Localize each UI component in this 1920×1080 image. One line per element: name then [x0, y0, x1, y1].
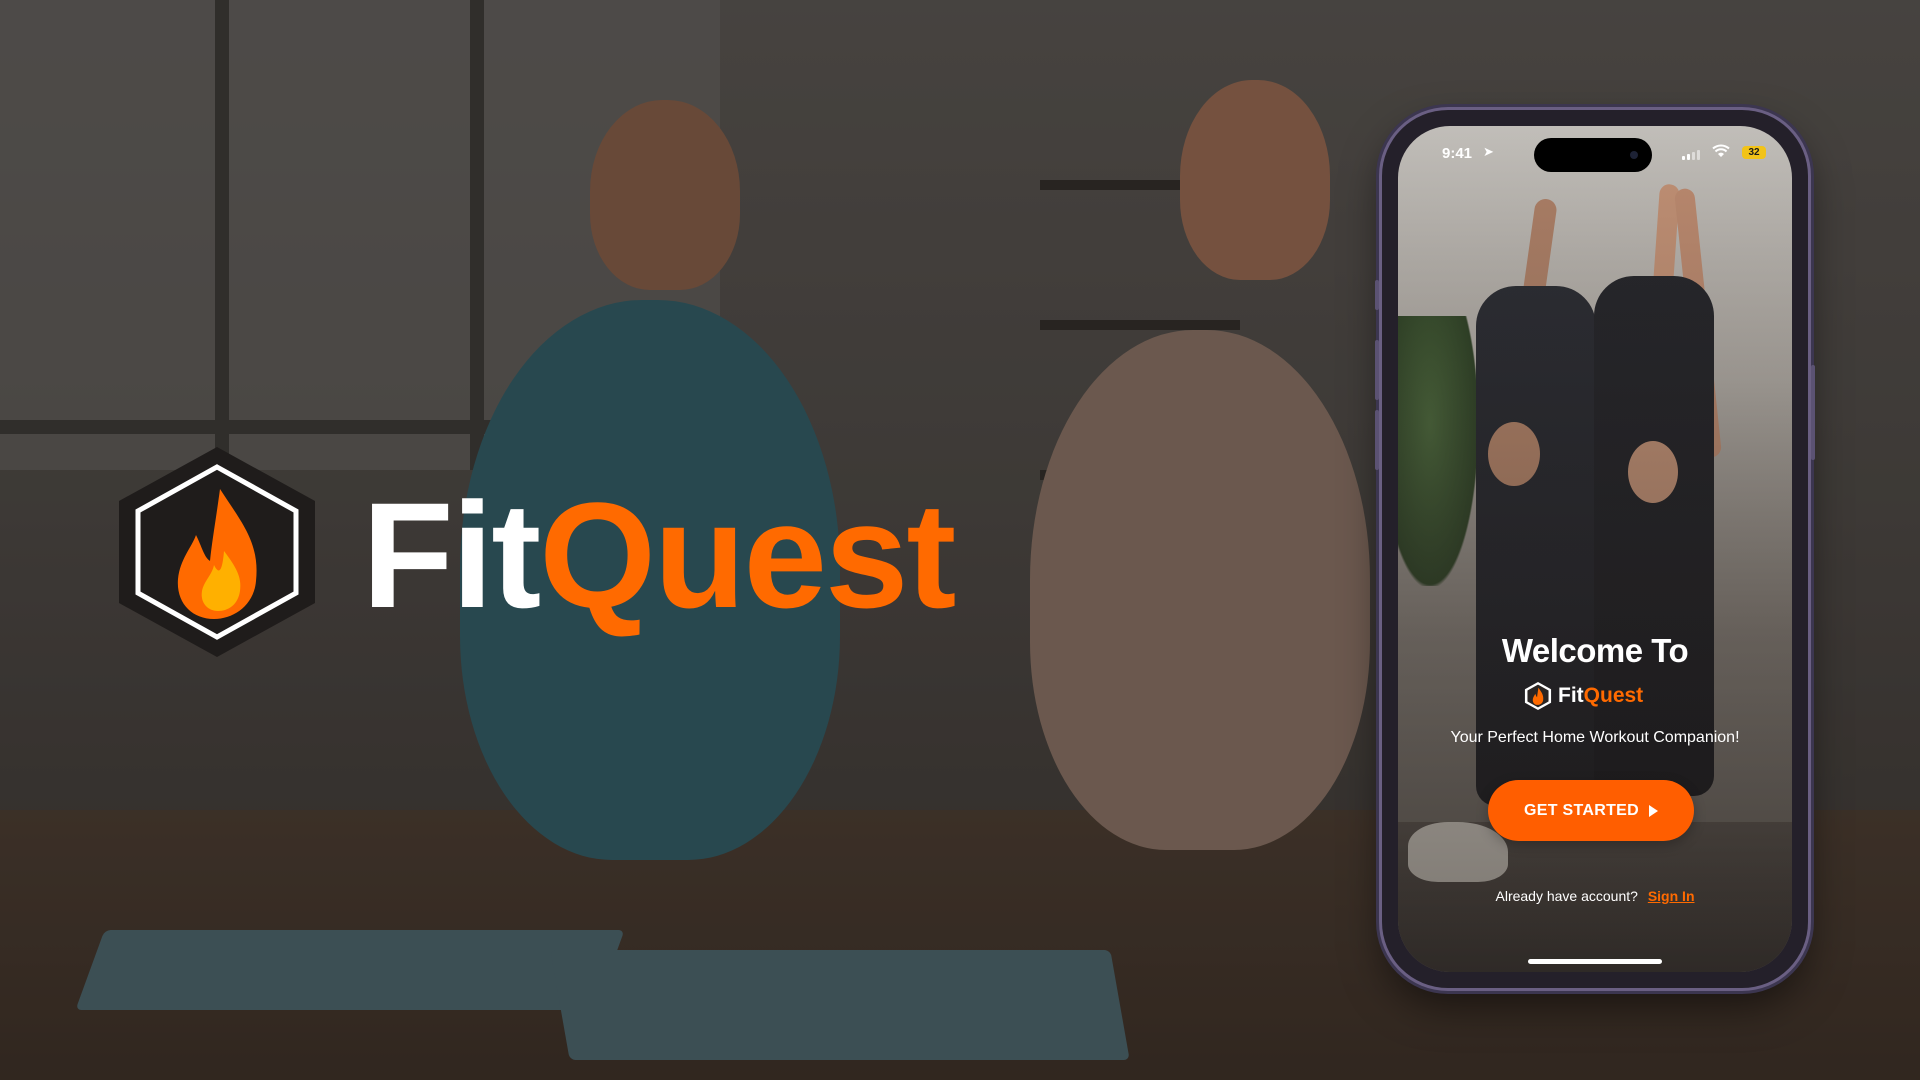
- account-row: Already have account? Sign In: [1398, 888, 1792, 904]
- play-arrow-icon: [1649, 804, 1658, 817]
- signal-icon: [1682, 150, 1700, 160]
- account-prompt: Already have account?: [1495, 888, 1638, 904]
- app-brand-quest: Quest: [1583, 684, 1644, 707]
- app-brand: FitQuest: [1524, 678, 1643, 714]
- phone-mockup: 9:41 ➤ 32 Welcome To FitQuest Your Perfe…: [1375, 110, 1815, 988]
- dynamic-island: [1534, 138, 1652, 172]
- brand-fit: Fit: [362, 471, 541, 639]
- flame-hexagon-icon: [119, 447, 315, 657]
- status-time: 9:41: [1442, 145, 1473, 162]
- get-started-label: GET STARTED: [1523, 801, 1639, 819]
- get-started-button[interactable]: GET STARTED: [1488, 780, 1694, 841]
- tagline: Your Perfect Home Workout Companion!: [1450, 729, 1740, 746]
- location-arrow-icon: ➤: [1483, 144, 1494, 159]
- brand-wordmark: FitQuest: [362, 470, 956, 640]
- brand-quest: Quest: [539, 471, 956, 639]
- wifi-icon: [1712, 144, 1730, 157]
- welcome-title: Welcome To: [1501, 632, 1689, 669]
- sign-in-link[interactable]: Sign In: [1648, 888, 1695, 904]
- app-brand-fit: Fit: [1558, 684, 1584, 707]
- flame-hexagon-icon: [1524, 682, 1552, 710]
- home-indicator[interactable]: [1528, 959, 1662, 964]
- workout-photo: [1398, 126, 1792, 972]
- battery-icon: 32: [1742, 146, 1766, 159]
- welcome-screen: 9:41 ➤ 32 Welcome To FitQuest Your Perfe…: [1398, 126, 1792, 972]
- status-bar: 9:41 ➤ 32: [1398, 126, 1792, 176]
